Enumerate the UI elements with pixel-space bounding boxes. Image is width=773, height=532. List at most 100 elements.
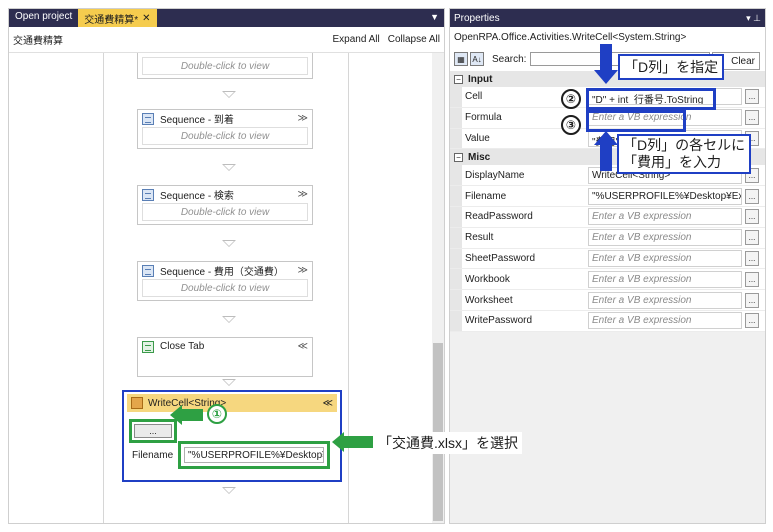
expression-editor-button[interactable]: ... bbox=[745, 313, 759, 329]
tab-workflow[interactable]: 交通費精算* ✕ bbox=[78, 9, 157, 27]
expression-editor-button[interactable]: ... bbox=[745, 209, 759, 225]
breadcrumb[interactable]: 交通費精算 bbox=[13, 32, 324, 47]
arrow-down-icon bbox=[594, 70, 618, 84]
property-value-input[interactable]: Enter a VB expression bbox=[588, 208, 742, 226]
chevron-down-icon[interactable]: ▼ bbox=[430, 9, 444, 27]
row-gutter bbox=[450, 186, 462, 206]
activity-writecell[interactable]: WriteCell<String> ≪ ... Filename "%USERP… bbox=[122, 390, 342, 482]
search-label: Search: bbox=[492, 53, 527, 65]
activity-placeholder[interactable]: Double-click to view bbox=[142, 57, 308, 75]
activity-sequence-search[interactable]: Sequence - 検索 ≫ Double-click to view bbox=[137, 185, 313, 225]
activity-header: Close Tab ≪ bbox=[138, 338, 312, 355]
row-gutter bbox=[450, 269, 462, 290]
activity-sequence-arrival[interactable]: Sequence - 到着 ≫ Double-click to view bbox=[137, 109, 313, 149]
property-value-input[interactable]: Enter a VB expression bbox=[588, 312, 742, 330]
filename-highlight: "%USERPROFILE%¥Desktop¥Exc bbox=[178, 441, 330, 469]
pin-icon[interactable]: ▾ ⊥ bbox=[746, 13, 761, 24]
property-row-sheetpassword[interactable]: SheetPassword Enter a VB expression... bbox=[450, 248, 765, 270]
categorized-view-icon[interactable]: ▦ bbox=[454, 52, 468, 66]
property-row-filename[interactable]: Filename "%USERPROFILE%¥Desktop¥Exce... bbox=[450, 186, 765, 207]
activity-close-tab[interactable]: Close Tab ≪ bbox=[137, 337, 313, 377]
expression-editor-button[interactable]: ... bbox=[745, 230, 759, 246]
category-label: Misc bbox=[468, 151, 491, 163]
property-value-input[interactable]: "%USERPROFILE%¥Desktop¥Exce bbox=[588, 187, 742, 205]
collapse-icon[interactable]: − bbox=[454, 74, 463, 84]
activity-placeholder[interactable]: Double-click to view bbox=[142, 127, 308, 145]
activity-sequence-cost[interactable]: Sequence - 費用（交通費） ≫ Double-click to vie… bbox=[137, 261, 313, 301]
property-name: Workbook bbox=[465, 273, 510, 285]
property-name: SheetPassword bbox=[465, 252, 536, 264]
arrow-shaft bbox=[181, 409, 203, 421]
property-value-input[interactable]: Enter a VB expression bbox=[588, 291, 742, 309]
writecell-icon bbox=[131, 397, 143, 409]
tab-open-project[interactable]: Open project bbox=[9, 9, 78, 27]
panel-title: Properties bbox=[454, 12, 500, 24]
value-highlight bbox=[586, 110, 686, 132]
row-gutter bbox=[450, 310, 462, 331]
category-label: Input bbox=[468, 73, 493, 85]
step-badge-1: ① bbox=[207, 404, 227, 424]
activity-placeholder[interactable]: Double-click to view bbox=[142, 279, 308, 297]
expression-editor-button[interactable]: ... bbox=[745, 250, 759, 266]
expand-all-link[interactable]: Expand All bbox=[332, 34, 379, 45]
row-gutter bbox=[450, 128, 462, 149]
row-gutter bbox=[450, 290, 462, 310]
property-name: Result bbox=[465, 232, 494, 244]
designer-header: 交通費精算 Expand All Collapse All bbox=[9, 27, 444, 53]
filename-input[interactable]: "%USERPROFILE%¥Desktop¥Exc bbox=[184, 447, 324, 463]
property-value-input[interactable]: Enter a VB expression bbox=[588, 270, 742, 288]
activity-header: Sequence - 到着 ≫ bbox=[138, 110, 312, 127]
property-value-input[interactable]: Enter a VB expression bbox=[588, 249, 742, 267]
property-name: WritePassword bbox=[465, 315, 533, 327]
activity-header: Sequence - 費用（交通費） ≫ bbox=[138, 262, 312, 279]
property-name: DisplayName bbox=[465, 169, 525, 181]
note-cost-line1: 「D列」の各セルに bbox=[623, 137, 746, 153]
arrow-shaft bbox=[343, 436, 373, 448]
activity-header: Sequence - 検索 ≫ bbox=[138, 186, 312, 203]
activity-placeholder[interactable]: Double-click to view bbox=[142, 203, 308, 221]
filename-label: Filename bbox=[132, 450, 174, 461]
expression-editor-button[interactable]: ... bbox=[745, 110, 759, 126]
row-gutter bbox=[450, 87, 462, 107]
property-row-readpassword[interactable]: ReadPassword Enter a VB expression... bbox=[450, 206, 765, 228]
collapse-icon[interactable]: − bbox=[454, 152, 463, 162]
property-row-result[interactable]: Result Enter a VB expression... bbox=[450, 227, 765, 249]
activity-sequence-top[interactable]: Double-click to view bbox=[137, 53, 313, 79]
activity-title: Sequence - 到着 bbox=[160, 115, 234, 126]
expand-chevron-icon[interactable]: ≫ bbox=[298, 189, 308, 200]
property-value-input[interactable]: Enter a VB expression bbox=[588, 229, 742, 247]
expand-chevron-icon[interactable]: ≫ bbox=[298, 113, 308, 124]
row-gutter bbox=[450, 248, 462, 269]
row-gutter bbox=[450, 165, 462, 186]
collapse-chevron-icon[interactable]: ≪ bbox=[298, 341, 308, 352]
close-icon[interactable]: ✕ bbox=[142, 13, 150, 24]
drop-arrow-icon bbox=[222, 316, 236, 323]
drop-arrow-icon bbox=[222, 164, 236, 171]
note-cost-line2: 「費用」を入力 bbox=[623, 154, 721, 170]
expression-editor-button[interactable]: ... bbox=[745, 89, 759, 105]
browse-file-button[interactable]: ... bbox=[134, 424, 172, 438]
property-row-worksheet[interactable]: Worksheet Enter a VB expression... bbox=[450, 290, 765, 311]
row-gutter bbox=[450, 206, 462, 227]
expand-chevron-icon[interactable]: ≫ bbox=[298, 265, 308, 276]
activity-title: Sequence - 費用（交通費） bbox=[160, 267, 284, 278]
close-tab-icon bbox=[142, 340, 154, 353]
expression-editor-button[interactable]: ... bbox=[745, 271, 759, 287]
alphabetical-sort-icon[interactable]: A↓ bbox=[470, 52, 484, 66]
collapse-all-link[interactable]: Collapse All bbox=[388, 34, 440, 45]
row-gutter bbox=[450, 107, 462, 128]
tabbar-spacer bbox=[157, 9, 431, 27]
property-name: ReadPassword bbox=[465, 211, 533, 223]
note-cost: 「D列」の各セルに 「費用」を入力 bbox=[617, 134, 752, 174]
expression-editor-button[interactable]: ... bbox=[745, 292, 759, 308]
collapse-chevron-icon[interactable]: ≪ bbox=[323, 398, 333, 409]
properties-title-bar: Properties ▾ ⊥ bbox=[450, 9, 765, 27]
arrow-up-icon bbox=[594, 131, 618, 145]
document-tab-bar: Open project 交通費精算* ✕ ▼ bbox=[9, 9, 444, 27]
expression-editor-button[interactable]: ... bbox=[745, 188, 759, 204]
note-select-file: 「交通費.xlsx」を選択 bbox=[374, 432, 522, 454]
category-misc-rows: DisplayName WriteCell<String>... Filename "… bbox=[450, 165, 765, 332]
drop-arrow-icon bbox=[222, 487, 236, 494]
property-row-workbook[interactable]: Workbook Enter a VB expression... bbox=[450, 269, 765, 291]
property-row-writepassword[interactable]: WritePassword Enter a VB expression... bbox=[450, 310, 765, 332]
